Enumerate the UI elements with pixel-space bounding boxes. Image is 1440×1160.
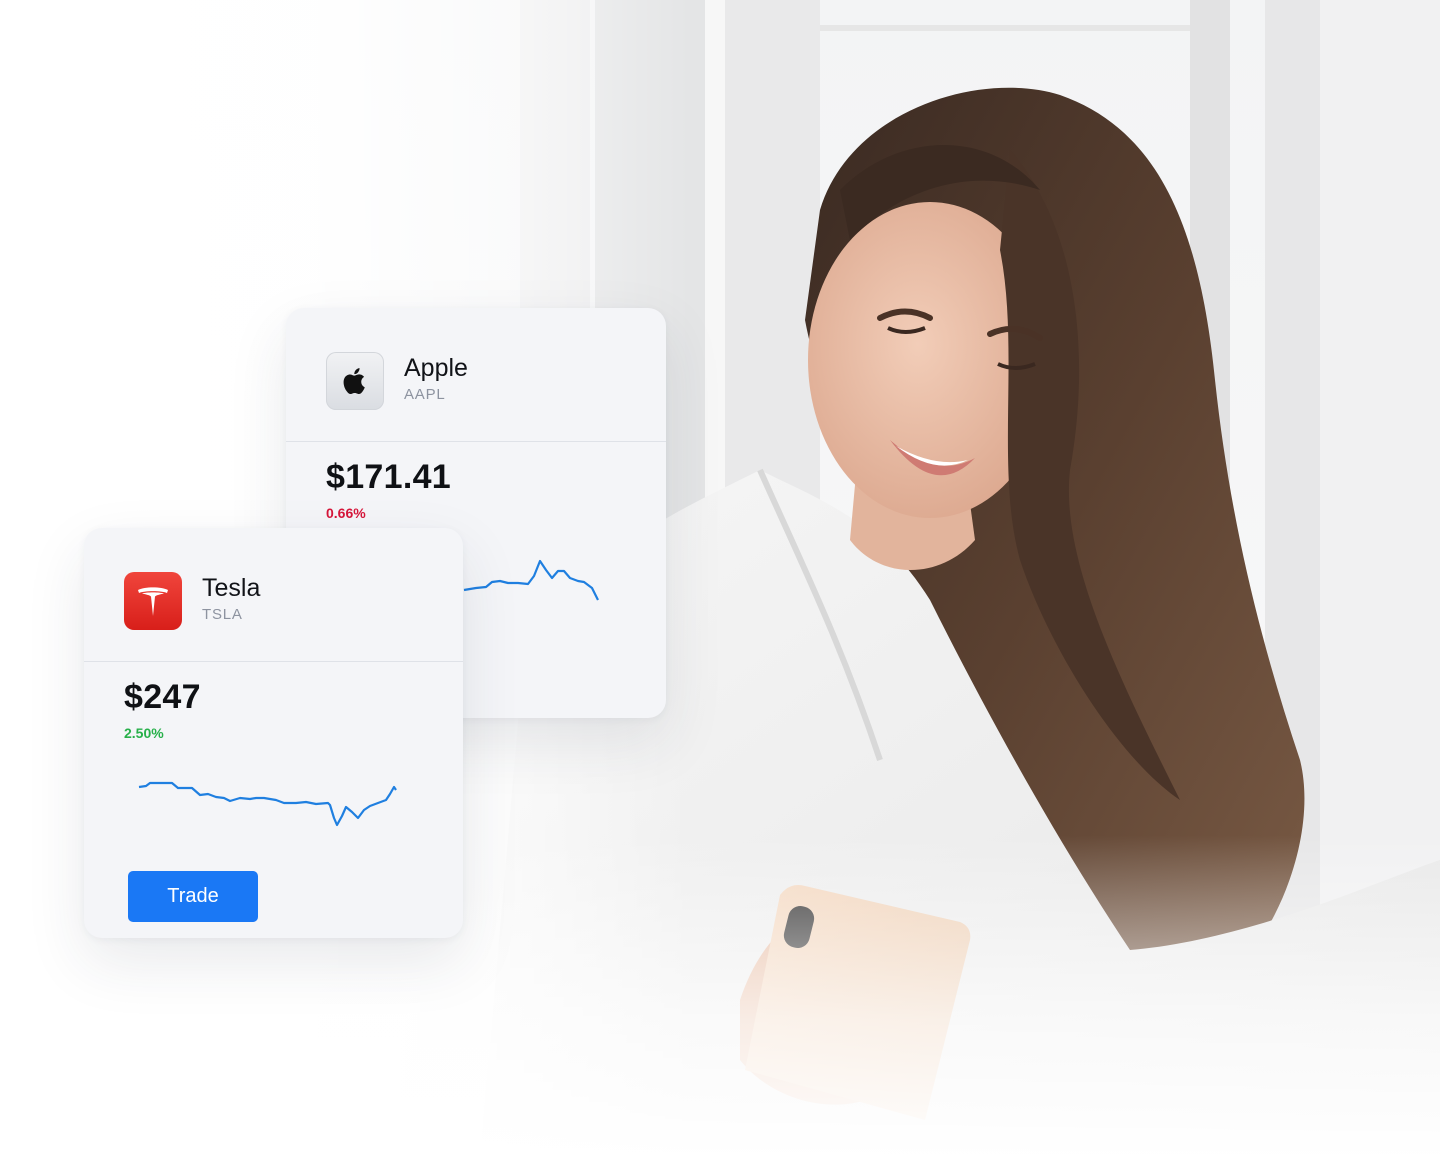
sparkline-path <box>138 781 397 827</box>
sparkline-path <box>463 559 599 601</box>
trade-button[interactable]: Trade <box>128 871 258 922</box>
stock-card-tesla[interactable]: Tesla TSLA $247 2.50% Trade <box>84 528 463 938</box>
